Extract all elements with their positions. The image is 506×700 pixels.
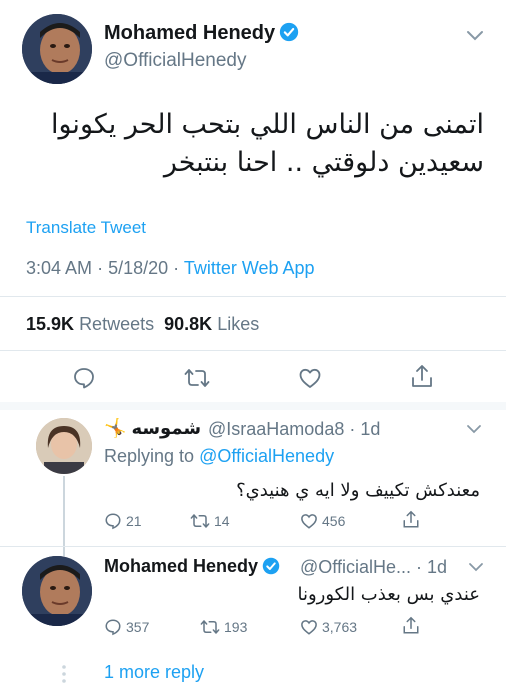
share-icon[interactable]	[402, 510, 420, 530]
reply-author-name[interactable]: Mohamed Henedy	[104, 556, 280, 577]
retweet-count: 193	[224, 619, 248, 635]
chevron-down-icon[interactable]	[466, 424, 482, 434]
translate-tweet-link[interactable]: Translate Tweet	[26, 218, 146, 238]
tweet-stats: 15.9K Retweets 90.8K Likes	[26, 314, 259, 335]
tweet-text-line: اتمنى من الناس اللي بتحب الحر يكونوا	[50, 109, 484, 140]
like-action[interactable]: 3,763	[300, 618, 357, 636]
retweets-label: Retweets	[79, 314, 155, 334]
reply-author-name[interactable]: 🤸 شموسه	[104, 418, 201, 439]
tweet-text: اتمنى من الناس اللي بتحب الحر يكونوا سعي…	[44, 106, 484, 182]
retweet-icon	[190, 514, 210, 528]
tweet-time[interactable]: 3:04 AM	[26, 258, 92, 278]
like-count: 456	[322, 513, 346, 529]
meta-separator: ·	[410, 557, 427, 577]
reply-time[interactable]: 1d	[360, 419, 380, 439]
reply-handle[interactable]: @IsraaHamoda8	[208, 419, 344, 439]
avatar[interactable]	[22, 14, 92, 84]
retweet-icon[interactable]	[184, 366, 210, 390]
more-replies-link[interactable]: 1 more reply	[104, 662, 204, 683]
thread-line	[63, 476, 65, 556]
like-icon[interactable]	[298, 366, 322, 390]
reply-handle[interactable]: @OfficialHe...	[300, 557, 411, 577]
meta-separator: ·	[173, 258, 184, 278]
reply-time[interactable]: 1d	[427, 557, 447, 577]
reply-action[interactable]: 21	[104, 512, 142, 530]
author-name-text: Mohamed Henedy	[104, 22, 276, 44]
retweet-action[interactable]: 193	[200, 618, 247, 636]
reply-count: 357	[126, 619, 150, 635]
main-tweet: Mohamed Henedy @OfficialHenedy اتمنى من …	[0, 0, 506, 402]
author-name[interactable]: Mohamed Henedy	[104, 22, 299, 45]
reply-action[interactable]: 357	[104, 618, 149, 636]
chevron-down-icon[interactable]	[466, 30, 484, 42]
avatar-photo	[36, 418, 92, 474]
more-replies-dots-icon	[62, 665, 66, 683]
reply-handle-meta: @OfficialHe... · 1d	[300, 557, 447, 578]
reply-handle-meta: @IsraaHamoda8 · 1d	[208, 419, 380, 440]
reply-text: عندي بس بعذب الكورونا	[297, 584, 480, 605]
share-icon[interactable]	[402, 616, 420, 636]
author-handle[interactable]: @OfficialHenedy	[104, 50, 247, 72]
reply-icon[interactable]	[72, 366, 96, 390]
like-icon	[301, 514, 317, 529]
retweet-action[interactable]: 14	[190, 512, 230, 530]
reply-icon	[105, 619, 121, 636]
reply-text: معندكش تكييف ولا ايه ي هنيدي؟	[236, 480, 480, 501]
reply-count: 21	[126, 513, 142, 529]
like-icon	[301, 620, 317, 635]
like-count: 3,763	[322, 619, 358, 635]
chevron-down-icon[interactable]	[468, 562, 484, 572]
avatar-photo	[22, 14, 92, 84]
tweet-date[interactable]: 5/18/20	[108, 258, 168, 278]
share-icon[interactable]	[410, 364, 434, 390]
avatar-photo	[22, 556, 92, 626]
avatar[interactable]	[36, 418, 92, 474]
like-action[interactable]: 456	[300, 512, 345, 530]
avatar[interactable]	[22, 556, 92, 626]
meta-separator: ·	[97, 258, 109, 278]
retweets-stat[interactable]: 15.9K Retweets	[26, 314, 154, 334]
retweets-count: 15.9K	[26, 314, 75, 334]
likes-count: 90.8K	[164, 314, 213, 334]
likes-label: Likes	[217, 314, 260, 334]
verified-badge-icon	[279, 22, 299, 42]
replying-to: Replying to @OfficialHenedy	[104, 446, 334, 467]
replying-to-mention[interactable]: @OfficialHenedy	[199, 446, 334, 466]
reply-icon	[105, 513, 121, 530]
tweet-text-line: سعيدين دلوقتي .. احنا بنتبخر	[163, 147, 484, 178]
author-name-text: Mohamed Henedy	[104, 556, 259, 576]
divider	[0, 546, 506, 547]
author-name-text: شموسه	[131, 418, 202, 439]
retweet-count: 14	[214, 513, 230, 529]
retweet-icon	[200, 620, 220, 634]
meta-separator: ·	[344, 419, 361, 439]
tweet-meta: 3:04 AM · 5/18/20 · Twitter Web App	[26, 258, 315, 279]
verified-badge-icon	[262, 557, 280, 575]
divider	[0, 296, 506, 297]
author-emoji: 🤸	[104, 418, 127, 438]
likes-stat[interactable]: 90.8K Likes	[164, 314, 259, 334]
divider	[0, 350, 506, 351]
replying-to-label: Replying to	[104, 446, 195, 466]
section-separator	[0, 402, 506, 410]
source-app-link[interactable]: Twitter Web App	[184, 258, 315, 278]
